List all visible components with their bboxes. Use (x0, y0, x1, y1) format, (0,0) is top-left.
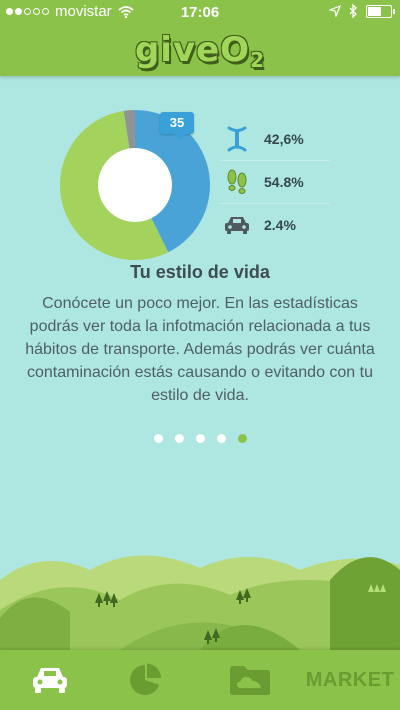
legend-row-car: 2.4% (220, 203, 330, 246)
page-indicator[interactable] (0, 434, 400, 443)
legend-row-bicycle: 42,6% (220, 118, 330, 160)
legend-value-bicycle: 42,6% (264, 131, 304, 147)
cloud-folder-icon (230, 666, 270, 695)
app-logo: giveO2 (0, 30, 400, 72)
status-right (329, 4, 395, 18)
bluetooth-icon (349, 4, 357, 18)
chart-legend: 42,6% 54.8% 2.4% (220, 118, 330, 246)
status-bar: movistar 17:06 (0, 0, 400, 24)
donut-hole (98, 148, 172, 222)
page-dot-1[interactable] (153, 434, 163, 443)
tab-statistics[interactable] (105, 650, 185, 710)
footprints-icon (222, 168, 252, 196)
legend-value-walk: 54.8% (264, 174, 304, 190)
bicycle-icon (222, 125, 252, 153)
page-dot-5[interactable] (237, 434, 247, 443)
battery-icon (366, 4, 395, 18)
location-arrow-icon (329, 5, 341, 17)
page-title: Tu estilo de vida (130, 262, 270, 282)
car-icon (33, 668, 67, 693)
page-dot-2[interactable] (174, 434, 184, 443)
page-dot-4[interactable] (216, 434, 226, 443)
tab-transport[interactable] (10, 650, 90, 710)
hills-illustration (0, 555, 400, 650)
page-dot-3[interactable] (195, 434, 205, 443)
logo-text: giveO (134, 30, 251, 70)
pie-chart-icon (129, 663, 161, 695)
tab-market[interactable]: MARKET (306, 650, 394, 710)
car-icon (222, 211, 252, 239)
app-header: giveO2 (0, 24, 400, 76)
bottom-tab-bar: MARKET (0, 650, 400, 710)
tab-cloud-folder[interactable] (210, 650, 290, 710)
page-description: Conócete un poco mejor. En las estadísti… (25, 295, 375, 404)
chart-count-badge: 35 (160, 112, 194, 140)
legend-row-walk: 54.8% (220, 160, 330, 203)
legend-value-car: 2.4% (264, 217, 296, 233)
logo-subscript: 2 (250, 48, 266, 72)
